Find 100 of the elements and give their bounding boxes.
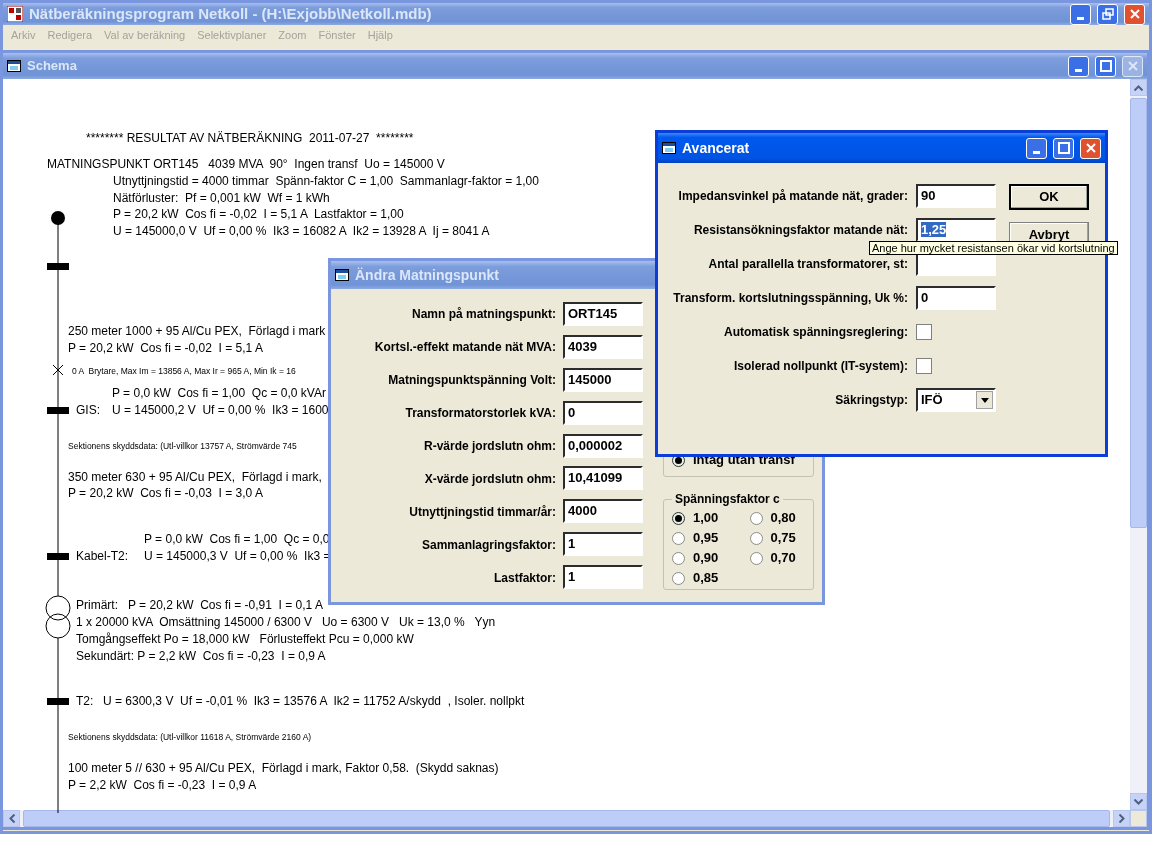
window-title: Avancerat xyxy=(682,138,750,158)
radio-option[interactable]: 0,90 xyxy=(672,548,728,568)
input-field[interactable]: 145000 xyxy=(563,367,643,392)
scroll-right-button[interactable] xyxy=(1113,810,1130,827)
restore-button[interactable] xyxy=(1097,3,1118,25)
schema-text: U = 6300,3 V Uf = -0,01 % Ik3 = 13576 A Ik2 = 11752 A/skydd , Isoler. nollpkt xyxy=(103,694,525,708)
close-button[interactable] xyxy=(1124,3,1145,25)
protection-data-text: Sektionens skyddsdata: (Utl-villkor 11618 A, Strömvärde 2160 A) xyxy=(68,731,312,743)
radio-button[interactable] xyxy=(672,531,685,545)
radio-button[interactable] xyxy=(672,571,685,585)
schema-text: 350 meter 630 + 95 Al/Cu PEX, Förlagd i mark, xyxy=(68,470,322,484)
field-label: Antal parallella transformatorer, st: xyxy=(707,256,908,273)
radio-button[interactable] xyxy=(749,531,763,545)
maximize-button[interactable] xyxy=(1095,55,1116,77)
group-title: Spänningsfaktor c xyxy=(674,492,781,506)
protection-data-text: Sektionens skyddsdata: (Utl-villkor 13757 A, Strömvärde 745 xyxy=(68,440,297,452)
radio-option[interactable]: 0,75 xyxy=(749,528,805,548)
minimize-button[interactable] xyxy=(1068,55,1089,77)
close-icon xyxy=(1084,142,1097,154)
input-field[interactable]: 0 xyxy=(563,400,643,425)
field-label: Säkringstyp: xyxy=(834,392,908,409)
window-icon xyxy=(335,269,349,281)
scroll-left-button[interactable] xyxy=(3,810,20,827)
schema-text: Primärt: P = 20,2 kW Cos fi = -0,91 I = 0,1 A xyxy=(76,598,323,612)
field-label: Matningspunktspänning Volt: xyxy=(387,372,556,390)
restore-icon xyxy=(1101,8,1114,20)
input-field[interactable]: 1 xyxy=(563,565,643,590)
window-title: Schema xyxy=(27,57,77,76)
radio-button[interactable] xyxy=(672,551,685,565)
field-label: Lastfaktor: xyxy=(493,569,556,587)
schema-text: Sekundärt: P = 2,2 kW Cos fi = -0,23 I = 0,9 A xyxy=(76,649,326,663)
schema-text: T2: xyxy=(76,694,94,708)
vertical-scrollbar[interactable] xyxy=(1130,79,1147,810)
minimize-icon xyxy=(1075,68,1082,72)
input-field[interactable]: 0 xyxy=(916,286,996,310)
scroll-thumb[interactable] xyxy=(1130,98,1147,528)
radio-button[interactable] xyxy=(672,511,685,525)
window-title: Nätberäkningsprogram Netkoll - (H:\Exjobb\Netkoll.mdb) xyxy=(29,3,432,24)
field-label: Transform. kortslutningsspänning, Uk %: xyxy=(672,290,908,307)
close-button[interactable] xyxy=(1080,137,1101,159)
schema-text: 250 meter 1000 + 95 Al/Cu PEX, Förlagd i mark xyxy=(68,324,326,338)
dialog-button[interactable]: OK xyxy=(1009,184,1089,210)
radio-button[interactable] xyxy=(749,551,763,565)
schema-text: 1 x 20000 kVA Omsättning 145000 / 6300 V Uo = 6300 V Uk = 13,0 % Yyn xyxy=(76,615,496,629)
close-icon xyxy=(1126,60,1139,72)
field-label: Isolerad nollpunkt (IT-system): xyxy=(732,358,908,375)
schema-text: Nätförluster: Pf = 0,001 kW Wf = 1 kWh xyxy=(113,191,330,205)
window-icon xyxy=(7,60,21,72)
maximize-icon xyxy=(1057,142,1070,154)
input-field[interactable]: 0,000002 xyxy=(563,433,643,458)
schema-text: Utnyttjningstid = 4000 timmar Spänn-faktor C = 1,00 Sammanlagr-faktor = 1,00 xyxy=(113,174,539,188)
radio-option[interactable]: 0,85 xyxy=(672,568,728,588)
radio-option[interactable]: 0,70 xyxy=(749,548,805,568)
schema-text: Tomgångseffekt Po = 18,000 kW Förlusteffekt Pcu = 0,000 kW xyxy=(76,632,414,646)
window-icon xyxy=(662,142,676,154)
protection-data-text: 0 A Brytare, Max Im = 13856 A, Max Ir = 965 A, Min Ik = 16 xyxy=(72,365,296,377)
input-field[interactable]: 1 xyxy=(563,532,643,557)
maximize-button[interactable] xyxy=(1053,137,1074,159)
minimize-icon xyxy=(1033,150,1040,154)
minimize-button[interactable] xyxy=(1026,137,1047,159)
field-label: Kortsl.-effekt matande nät MVA: xyxy=(373,339,556,357)
scroll-down-button[interactable] xyxy=(1130,793,1147,810)
schema-text: GIS: xyxy=(76,403,100,417)
minimize-icon xyxy=(1077,16,1084,20)
input-field[interactable]: 4000 xyxy=(563,499,643,524)
scrollbar-corner xyxy=(1130,810,1147,827)
schema-text: Kabel-T2: xyxy=(76,549,129,563)
field-label: Transformatorstorlek kVA: xyxy=(404,405,556,423)
dropdown-field[interactable]: IFÖ xyxy=(916,388,996,412)
field-label: X-värde jordslutn ohm: xyxy=(423,470,556,488)
field-label: Namn på matningspunkt: xyxy=(411,306,556,324)
input-field[interactable]: 10,41099 xyxy=(563,466,643,491)
schema-text: U = 145000,0 V Uf = 0,00 % Ik3 = 16082 A Ik2 = 13928 A Ij = 8041 A xyxy=(113,224,490,238)
schema-text: P = 20,2 kW Cos fi = -0,02 I = 5,1 A Lastfaktor = 1,00 xyxy=(113,207,404,221)
schema-text: P = 0,0 kW Cos fi = 1,00 Qc = 0,0 kVAr xyxy=(112,386,326,400)
schema-text: ******** RESULTAT AV NÄTBERÄKNING 2011-07-27 ******** xyxy=(86,131,414,145)
checkbox[interactable] xyxy=(916,324,932,340)
maximize-icon xyxy=(1099,60,1112,72)
minimize-button[interactable] xyxy=(1070,3,1091,25)
radio-button[interactable] xyxy=(749,511,763,525)
checkbox[interactable] xyxy=(916,358,932,374)
input-field[interactable]: 90 xyxy=(916,184,996,208)
caret-icon xyxy=(980,397,989,403)
field-label: Utnyttjningstid timmar/år: xyxy=(408,503,556,521)
radio-option[interactable]: 0,95 xyxy=(672,528,728,548)
radio-option[interactable]: 0,80 xyxy=(749,508,805,528)
schema-text: MATNINGSPUNKT ORT145 4039 MVA 90° Ingen transf Uo = 145000 V xyxy=(47,157,445,171)
radio-option[interactable]: 1,00 xyxy=(672,508,728,528)
tooltip: Ange hur mycket resistansen ökar vid kortslutning xyxy=(869,241,1118,255)
scroll-up-button[interactable] xyxy=(1130,79,1147,96)
field-label: R-värde jordslutn ohm: xyxy=(423,438,556,455)
field-label: Automatisk spänningsreglering: xyxy=(722,324,908,341)
input-field[interactable]: ORT145 xyxy=(563,302,643,326)
schema-text: P = 20,2 kW Cos fi = -0,03 I = 3,0 A xyxy=(68,486,263,500)
input-field[interactable]: 4039 xyxy=(563,334,643,359)
schema-text: P = 20,2 kW Cos fi = -0,02 I = 5,1 A xyxy=(68,341,263,355)
schema-text: P = 2,2 kW Cos fi = -0,23 I = 0,9 A xyxy=(68,778,257,792)
input-field[interactable]: 1,25 xyxy=(916,218,996,242)
schema-text: 100 meter 5 // 630 + 95 Al/Cu PEX, Förlagd i mark, Faktor 0,58. (Skydd saknas) xyxy=(68,761,499,775)
field-label: Sammanlagringsfaktor: xyxy=(420,536,556,554)
